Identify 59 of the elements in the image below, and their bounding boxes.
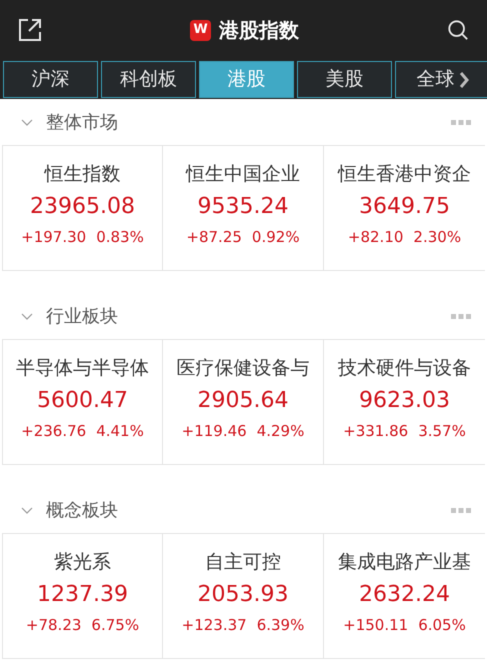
index-value: 5600.47: [37, 387, 128, 415]
index-card[interactable]: 自主可控 2053.93 +123.37 6.39%: [163, 534, 324, 658]
index-change: +236.76: [21, 421, 86, 442]
index-value: 9535.24: [198, 193, 288, 221]
index-name: 恒生香港中资企: [338, 162, 471, 187]
index-value: 2905.64: [198, 387, 288, 415]
index-value: 9623.03: [359, 387, 450, 415]
index-name: 半导体与半导体: [16, 356, 149, 381]
index-change: +87.25: [186, 227, 242, 248]
index-percent: 6.05%: [418, 615, 466, 636]
index-card[interactable]: 恒生指数 23965.08 +197.30 0.83%: [2, 146, 163, 270]
index-percent: 2.30%: [413, 227, 462, 248]
index-name: 恒生指数: [44, 162, 120, 187]
index-card[interactable]: 集成电路产业基 2632.24 +150.11 6.05%: [324, 534, 485, 658]
section-title: 概念板块: [46, 498, 118, 522]
index-change: +78.23: [26, 615, 82, 636]
index-card[interactable]: 技术硬件与设备 9623.03 +331.86 3.57%: [324, 340, 485, 464]
more-icon[interactable]: [451, 314, 471, 318]
index-percent: 3.57%: [418, 421, 466, 442]
index-value: 2053.93: [198, 581, 288, 609]
market-tab[interactable]: 全球: [395, 61, 487, 98]
index-value: 2632.24: [359, 581, 450, 609]
share-icon[interactable]: [18, 18, 42, 42]
section-title: 行业板块: [46, 304, 118, 328]
index-card[interactable]: 恒生香港中资企 3649.75 +82.10 2.30%: [324, 146, 485, 270]
index-percent: 0.92%: [252, 227, 300, 248]
page-title: 港股指数: [219, 17, 299, 44]
index-value: 23965.08: [30, 193, 135, 221]
index-percent: 6.75%: [91, 615, 140, 636]
index-name: 自主可控: [205, 550, 281, 575]
index-percent: 4.41%: [96, 421, 144, 442]
index-percent: 0.83%: [96, 227, 144, 248]
index-change: +82.10: [348, 227, 404, 248]
index-name: 技术硬件与设备: [338, 356, 471, 381]
index-card[interactable]: 紫光系 1237.39 +78.23 6.75%: [2, 534, 163, 658]
index-card[interactable]: 恒生中国企业 9535.24 +87.25 0.92%: [163, 146, 324, 270]
index-value: 3649.75: [359, 193, 450, 221]
index-name: 集成电路产业基: [338, 550, 471, 575]
index-change: +119.46: [182, 421, 247, 442]
market-tab[interactable]: 美股: [297, 61, 392, 98]
index-change: +150.11: [343, 615, 408, 636]
index-name: 紫光系: [54, 550, 111, 575]
index-change: +331.86: [343, 421, 408, 442]
index-card[interactable]: 医疗保健设备与 2905.64 +119.46 4.29%: [163, 340, 324, 464]
index-value: 1237.39: [37, 581, 128, 609]
search-icon[interactable]: [447, 19, 469, 41]
market-tab[interactable]: 科创板: [101, 61, 196, 98]
market-tab[interactable]: 沪深: [3, 61, 98, 98]
index-change: +123.37: [182, 615, 247, 636]
more-icon[interactable]: [451, 508, 471, 512]
more-icon[interactable]: [451, 120, 471, 124]
index-card[interactable]: 半导体与半导体 5600.47 +236.76 4.41%: [2, 340, 163, 464]
section-title: 整体市场: [46, 110, 118, 134]
index-percent: 4.29%: [256, 421, 304, 442]
index-change: +197.30: [21, 227, 86, 248]
index-percent: 6.39%: [256, 615, 304, 636]
index-name: 恒生中国企业: [186, 162, 300, 187]
app-logo: W: [190, 20, 211, 40]
index-name: 医疗保健设备与: [176, 356, 310, 381]
